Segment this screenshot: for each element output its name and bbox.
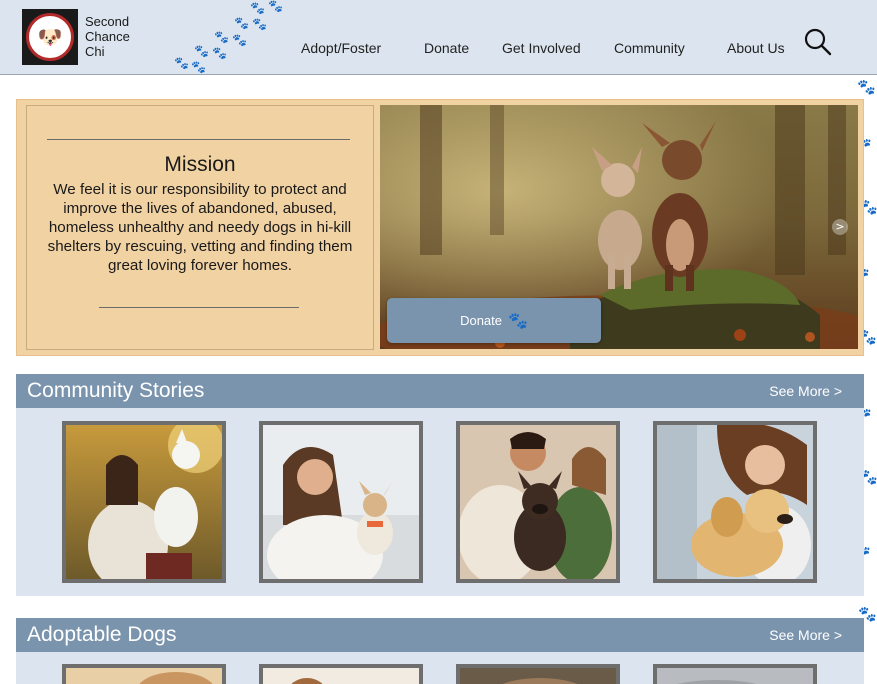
nav-adopt-foster[interactable]: Adopt/Foster: [301, 40, 381, 56]
woman-hugging-golden-retriever-image: [657, 425, 813, 579]
adoptable-dog-photo-2[interactable]: [259, 664, 423, 684]
section-title: Community Stories: [27, 379, 205, 402]
adoptable-dogs-header: Adoptable Dogs See More >: [16, 618, 864, 652]
adoptable-dog-photo-1[interactable]: [62, 664, 226, 684]
section-title: Adoptable Dogs: [27, 623, 177, 646]
dog-photo-image: [66, 668, 222, 684]
search-icon[interactable]: [803, 27, 833, 57]
adoptable-dog-photo-4[interactable]: [653, 664, 817, 684]
nav-community[interactable]: Community: [614, 40, 685, 56]
story-photo-4[interactable]: [653, 421, 817, 583]
nav-about-us[interactable]: About Us: [727, 40, 785, 56]
nav-donate[interactable]: Donate: [424, 40, 469, 56]
dog-photo-image: [460, 668, 616, 684]
dog-photo-image: [263, 668, 419, 684]
story-photo-1[interactable]: [62, 421, 226, 583]
paw-prints-decoration: 🐾 🐾 🐾 🐾 🐾 🐾 🐾 🐾 🐾 🐾: [174, 0, 283, 74]
woman-with-chihuahua-image: [263, 425, 419, 579]
woman-with-white-dog-image: [66, 425, 222, 579]
donate-button[interactable]: Donate 🐾: [387, 298, 601, 343]
divider: [47, 139, 350, 140]
adoptable-dog-photo-3[interactable]: [456, 664, 620, 684]
dog-logo-icon: 🐶: [26, 13, 74, 61]
brand-line-1: Second: [85, 14, 130, 29]
hero-section: Mission We feel it is our responsibility…: [16, 99, 864, 356]
dog-photo-image: [657, 668, 813, 684]
mission-title: Mission: [164, 153, 236, 176]
brand-name[interactable]: Second Chance Chi: [85, 14, 130, 59]
site-header: 🐶 Second Chance Chi 🐾 🐾 🐾 🐾 🐾 🐾 🐾 🐾 🐾 🐾 …: [0, 0, 877, 75]
couple-with-french-bulldog-image: [460, 425, 616, 579]
mission-text: We feel it is our responsibility to prot…: [47, 181, 353, 274]
divider: [99, 307, 299, 308]
community-stories-header: Community Stories See More >: [16, 374, 864, 408]
adoptable-dogs-see-more-link[interactable]: See More >: [769, 627, 842, 643]
carousel-next-button[interactable]: >: [832, 219, 848, 235]
donate-button-label: Donate: [460, 313, 502, 328]
paw-icon: 🐾: [508, 312, 528, 330]
brand-line-2: Chance: [85, 29, 130, 44]
nav-get-involved[interactable]: Get Involved: [502, 40, 581, 56]
story-photo-3[interactable]: [456, 421, 620, 583]
mission-card: Mission We feel it is our responsibility…: [26, 105, 374, 350]
community-stories-see-more-link[interactable]: See More >: [769, 383, 842, 399]
brand-line-3: Chi: [85, 44, 105, 59]
story-photo-2[interactable]: [259, 421, 423, 583]
logo[interactable]: 🐶: [22, 9, 78, 65]
